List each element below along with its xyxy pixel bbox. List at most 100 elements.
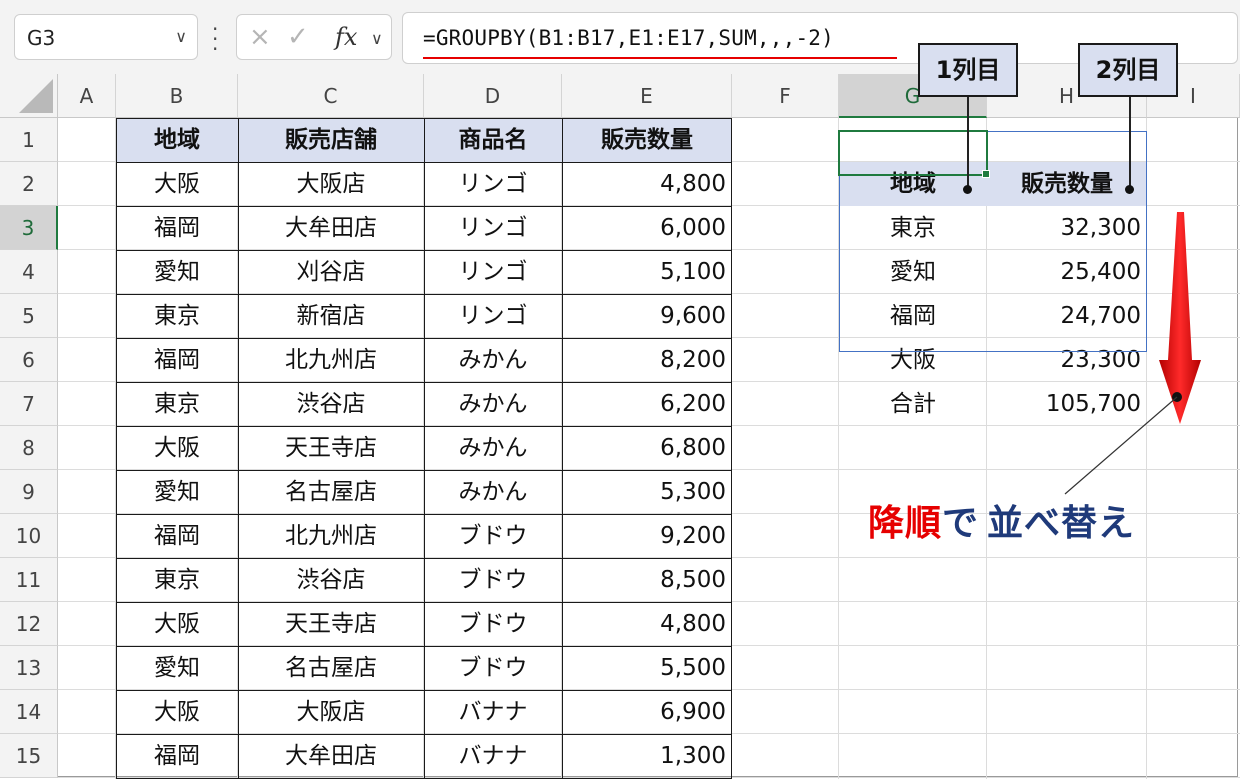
source-cell[interactable]: 1,300 [562,734,732,778]
source-cell[interactable]: ブドウ [424,602,562,646]
source-cell[interactable]: 大阪店 [238,690,424,734]
row-header-6[interactable]: 6 [0,338,58,382]
source-cell[interactable]: 福岡 [116,734,238,778]
source-cell[interactable]: ブドウ [424,558,562,602]
insert-function-icon[interactable]: fx [335,23,357,51]
column-header-F[interactable]: F [732,74,839,118]
row-header-14[interactable]: 14 [0,690,58,734]
source-cell[interactable]: 5,500 [562,646,732,690]
source-cell[interactable]: 東京 [116,558,238,602]
source-header-cell[interactable]: 商品名 [424,118,562,162]
enter-icon[interactable]: ✓ [287,22,309,52]
source-cell[interactable]: 愛知 [116,250,238,294]
chevron-down-icon[interactable]: ∨ [371,29,383,48]
source-cell[interactable]: 大阪 [116,602,238,646]
row-header-1[interactable]: 1 [0,118,58,162]
source-cell[interactable]: 刈谷店 [238,250,424,294]
result-cell[interactable]: 合計 [839,382,987,426]
column-header-B[interactable]: B [116,74,238,118]
source-cell[interactable]: 6,000 [562,206,732,250]
source-header-cell[interactable]: 地域 [116,118,238,162]
source-cell[interactable]: 大阪 [116,690,238,734]
row-header-7[interactable]: 7 [0,382,58,426]
source-cell[interactable]: 6,200 [562,382,732,426]
source-header-cell[interactable]: 販売数量 [562,118,732,162]
source-cell[interactable]: 4,800 [562,162,732,206]
row-header-12[interactable]: 12 [0,602,58,646]
source-cell[interactable]: みかん [424,382,562,426]
source-cell[interactable]: 天王寺店 [238,602,424,646]
source-cell[interactable]: 新宿店 [238,294,424,338]
source-cell[interactable]: 福岡 [116,514,238,558]
source-cell[interactable]: リンゴ [424,250,562,294]
row-header-5[interactable]: 5 [0,294,58,338]
source-cell[interactable]: 9,200 [562,514,732,558]
source-cell[interactable]: 大阪店 [238,162,424,206]
column-header-E[interactable]: E [562,74,732,118]
table-border [116,338,732,339]
source-cell[interactable]: 福岡 [116,206,238,250]
source-header-cell[interactable]: 販売店舗 [238,118,424,162]
row-header-11[interactable]: 11 [0,558,58,602]
source-cell[interactable]: 愛知 [116,470,238,514]
cancel-icon[interactable]: × [249,22,271,52]
table-border [116,426,732,427]
source-cell[interactable]: 渋谷店 [238,558,424,602]
source-cell[interactable]: リンゴ [424,294,562,338]
row-header-2[interactable]: 2 [0,162,58,206]
column-header-C[interactable]: C [238,74,424,118]
column-header-A[interactable]: A [58,74,116,118]
source-cell[interactable]: ブドウ [424,646,562,690]
source-cell[interactable]: リンゴ [424,206,562,250]
source-cell[interactable]: 大阪 [116,162,238,206]
row-header-8[interactable]: 8 [0,426,58,470]
source-cell[interactable]: ブドウ [424,514,562,558]
table-border [424,118,425,779]
chevron-down-icon[interactable]: ∨ [175,27,187,46]
source-cell[interactable]: 名古屋店 [238,646,424,690]
row-header-10[interactable]: 10 [0,514,58,558]
source-cell[interactable]: 名古屋店 [238,470,424,514]
source-cell[interactable]: 6,800 [562,426,732,470]
column-header-D[interactable]: D [424,74,562,118]
source-cell[interactable]: 大阪 [116,426,238,470]
source-cell[interactable]: 北九州店 [238,514,424,558]
source-cell[interactable]: 天王寺店 [238,426,424,470]
sort-description-label: 降順で 並べ替え [868,494,1135,546]
callout-col2: 2列目 [1078,43,1178,97]
table-border [116,646,732,647]
source-cell[interactable]: 愛知 [116,646,238,690]
row-header-15[interactable]: 15 [0,734,58,778]
source-cell[interactable]: みかん [424,426,562,470]
row-header-3[interactable]: 3 [0,206,58,250]
select-all-button[interactable] [0,74,58,118]
source-cell[interactable]: 東京 [116,294,238,338]
source-cell[interactable]: バナナ [424,690,562,734]
source-cell[interactable]: 大牟田店 [238,206,424,250]
source-cell[interactable]: バナナ [424,734,562,778]
source-cell[interactable]: 6,900 [562,690,732,734]
source-cell[interactable]: リンゴ [424,162,562,206]
source-cell[interactable]: 福岡 [116,338,238,382]
source-cell[interactable]: 渋谷店 [238,382,424,426]
more-options-icon[interactable]: · · · [212,19,218,59]
source-cell[interactable]: 4,800 [562,602,732,646]
source-cell[interactable]: 8,500 [562,558,732,602]
active-cell-G3[interactable] [838,130,990,178]
row-header-9[interactable]: 9 [0,470,58,514]
row-header-13[interactable]: 13 [0,646,58,690]
source-cell[interactable]: 北九州店 [238,338,424,382]
source-cell[interactable]: 5,100 [562,250,732,294]
source-cell[interactable]: 8,200 [562,338,732,382]
source-cell[interactable]: 大牟田店 [238,734,424,778]
source-cell[interactable]: 5,300 [562,470,732,514]
source-cell[interactable]: みかん [424,338,562,382]
source-cell[interactable]: 東京 [116,382,238,426]
sort-rearrange-text: 並べ替え [987,503,1136,544]
fill-handle[interactable] [982,170,990,178]
table-border [116,690,732,691]
source-cell[interactable]: みかん [424,470,562,514]
row-header-4[interactable]: 4 [0,250,58,294]
name-box[interactable]: G3 ∨ [14,14,198,60]
source-cell[interactable]: 9,600 [562,294,732,338]
